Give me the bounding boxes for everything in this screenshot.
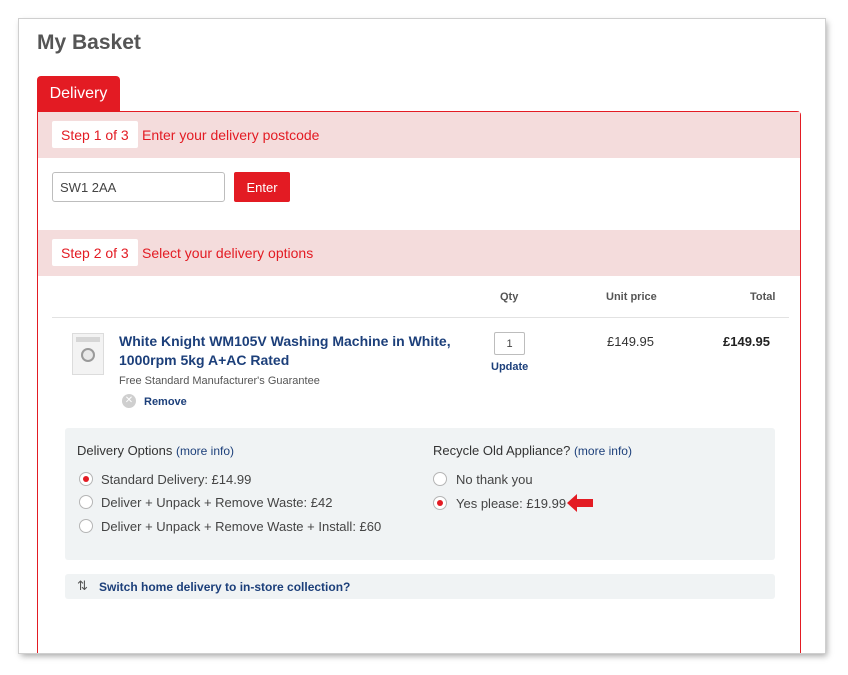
delivery-more-info-link[interactable]: (more info) <box>176 444 234 458</box>
step-1-text: Enter your delivery postcode <box>142 127 320 143</box>
update-link[interactable]: Update <box>491 361 528 373</box>
unpack-remove-label[interactable]: Deliver + Unpack + Remove Waste: £42 <box>101 495 332 510</box>
qty-header: Qty <box>500 291 519 303</box>
switch-collection-link[interactable]: Switch home delivery to in-store collect… <box>99 580 350 594</box>
step-1-bar: Step 1 of 3 Enter your delivery postcode <box>38 112 800 158</box>
delivery-options-title: Delivery Options <box>77 443 173 458</box>
radio-unpack-remove-install[interactable] <box>79 519 93 533</box>
enter-button[interactable]: Enter <box>234 172 290 202</box>
radio-standard-delivery[interactable] <box>79 472 93 486</box>
total-header: Total <box>750 291 776 303</box>
unit-price: £149.95 <box>607 334 654 349</box>
yes-please-label[interactable]: Yes please: £19.99 <box>456 496 566 511</box>
radio-unpack-remove[interactable] <box>79 495 93 509</box>
delivery-options-heading: Delivery Options (more info) <box>77 443 234 458</box>
standard-delivery-label[interactable]: Standard Delivery: £14.99 <box>101 472 251 487</box>
unpack-remove-install-label[interactable]: Deliver + Unpack + Remove Waste + Instal… <box>101 519 381 534</box>
step-2-text: Select your delivery options <box>142 245 314 261</box>
recycle-more-info-link[interactable]: (more info) <box>574 444 632 458</box>
close-circle-icon[interactable]: ✕ <box>122 394 136 408</box>
basket-window: My Basket Delivery Step 1 of 3 Enter you… <box>19 19 825 653</box>
page-title: My Basket <box>37 31 141 54</box>
options-box: Delivery Options (more info) Standard De… <box>65 428 775 560</box>
tab-delivery[interactable]: Delivery <box>37 76 120 112</box>
quantity-input[interactable] <box>494 332 525 355</box>
product-title-link[interactable]: White Knight WM105V Washing Machine in W… <box>119 332 464 370</box>
postcode-input[interactable] <box>52 172 225 202</box>
table-divider <box>52 317 789 318</box>
step-1-badge: Step 1 of 3 <box>52 121 138 148</box>
radio-yes-please[interactable] <box>433 496 447 510</box>
unit-price-header: Unit price <box>606 291 657 303</box>
switch-collection-bar[interactable]: ⇅ Switch home delivery to in-store colle… <box>65 574 775 599</box>
recycle-heading: Recycle Old Appliance? (more info) <box>433 443 632 458</box>
washing-machine-thumbnail[interactable] <box>72 333 104 375</box>
step-2-badge: Step 2 of 3 <box>52 239 138 266</box>
radio-no-thank-you[interactable] <box>433 472 447 486</box>
red-arrow-icon <box>567 494 593 512</box>
step-2-bar: Step 2 of 3 Select your delivery options <box>38 230 800 276</box>
recycle-title: Recycle Old Appliance? <box>433 443 571 458</box>
no-thank-you-label[interactable]: No thank you <box>456 472 533 487</box>
swap-arrows-icon: ⇅ <box>77 578 88 593</box>
line-total: £149.95 <box>723 334 770 349</box>
delivery-panel: Step 1 of 3 Enter your delivery postcode… <box>37 111 801 653</box>
remove-link[interactable]: Remove <box>144 396 187 408</box>
guarantee-text: Free Standard Manufacturer's Guarantee <box>119 375 320 387</box>
